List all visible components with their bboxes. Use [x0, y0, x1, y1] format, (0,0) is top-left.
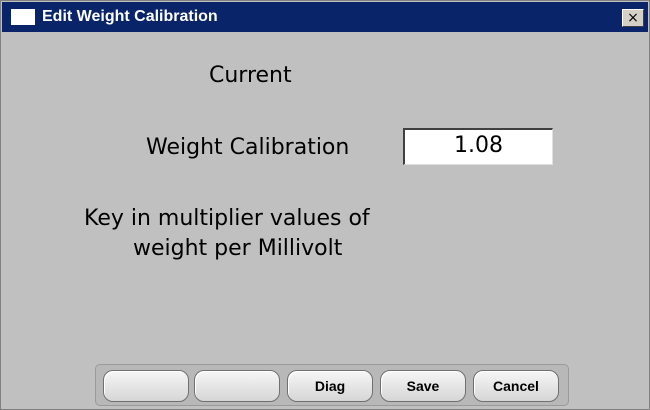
current-label: Current	[209, 63, 292, 88]
window-icon	[11, 9, 35, 25]
blank-button-1[interactable]	[103, 370, 189, 402]
instruction-line-1: Key in multiplier values of	[84, 206, 370, 231]
blank-button-2[interactable]	[194, 370, 280, 402]
cancel-button[interactable]: Cancel	[473, 370, 559, 402]
dialog-content: Current Weight Calibration 1.08 Key in m…	[2, 32, 648, 409]
diag-button[interactable]: Diag	[287, 370, 373, 402]
close-button[interactable]: ×	[622, 9, 644, 27]
weight-calibration-label: Weight Calibration	[146, 135, 350, 160]
weight-calibration-input[interactable]: 1.08	[403, 128, 553, 165]
edit-weight-calibration-window: Edit Weight Calibration × Current Weight…	[0, 0, 650, 410]
title-bar: Edit Weight Calibration ×	[2, 2, 648, 32]
close-icon: ×	[627, 10, 639, 26]
instruction-line-2: weight per Millivolt	[133, 236, 343, 261]
window-title: Edit Weight Calibration	[42, 8, 218, 25]
save-button[interactable]: Save	[380, 370, 466, 402]
button-bar: Diag Save Cancel	[95, 364, 569, 406]
